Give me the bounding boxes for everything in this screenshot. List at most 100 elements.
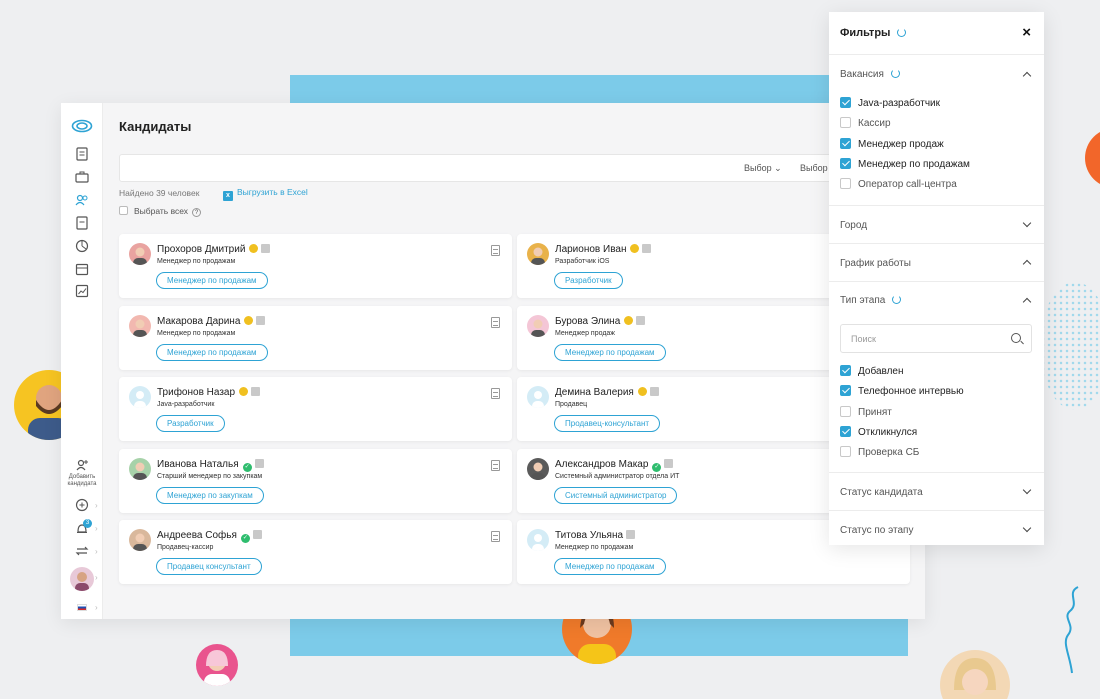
checkbox[interactable] bbox=[840, 365, 851, 376]
select-all-checkbox[interactable] bbox=[119, 206, 128, 215]
reset-icon[interactable] bbox=[897, 28, 907, 37]
checkbox[interactable] bbox=[840, 405, 851, 417]
reset-icon[interactable] bbox=[892, 295, 902, 304]
filter-section-title[interactable]: Тип этапа bbox=[840, 295, 902, 306]
candidate-name[interactable]: Прохоров Дмитрий bbox=[157, 244, 271, 255]
select-dropdown[interactable]: Выбор bbox=[800, 163, 828, 173]
vacancy-tag[interactable]: Менеджер по закупкам bbox=[156, 486, 264, 504]
filter-section-stage-status[interactable]: Статус по этапу bbox=[829, 511, 1044, 549]
vacancy-tag[interactable]: Менеджер по продажам bbox=[554, 558, 666, 575]
export-excel-link[interactable]: x Выгрузить в Excel bbox=[223, 187, 308, 201]
filter-option[interactable]: Добавлен bbox=[840, 365, 904, 377]
chevron-down-icon[interactable] bbox=[1022, 485, 1032, 495]
filter-section-title[interactable]: Вакансия bbox=[840, 69, 900, 80]
filter-section-title[interactable]: График работы bbox=[840, 258, 911, 269]
candidate-name[interactable]: Иванова Наталья ✓ bbox=[157, 458, 264, 472]
add-candidate-label[interactable]: Добавить кандидата bbox=[61, 474, 103, 488]
candidate-name[interactable]: Андреева Софья ✓ bbox=[157, 530, 262, 543]
chevron-up-icon[interactable] bbox=[1022, 71, 1032, 81]
filter-section-vacancy: Вакансия Java-разработчик Кассир Менеджер … bbox=[829, 55, 1044, 206]
vacancy-tag[interactable]: Системный администратор bbox=[554, 486, 678, 504]
candidate-card[interactable]: Макарова Дарина Менеджер по продажам Менед… bbox=[119, 305, 512, 370]
chart-icon[interactable] bbox=[74, 283, 90, 299]
analytics-icon[interactable] bbox=[74, 238, 90, 254]
document-icon[interactable] bbox=[491, 316, 500, 328]
filter-option[interactable]: Менеджер по продажам bbox=[840, 157, 970, 170]
filter-option[interactable]: Телефонное интервью bbox=[840, 385, 964, 397]
candidate-name[interactable]: Демина Валерия bbox=[555, 387, 659, 398]
add-circle-icon[interactable] bbox=[74, 497, 90, 513]
candidate-role: Разработчик iOS bbox=[555, 258, 610, 265]
candidate-name[interactable]: Трифонов Назар bbox=[157, 387, 261, 398]
select-all[interactable]: Выбрать всех? bbox=[119, 206, 202, 217]
candidate-card[interactable]: Андреева Софья ✓ Продавец-кассир Продавец к… bbox=[119, 520, 512, 584]
vacancy-tag[interactable]: Разработчик bbox=[554, 272, 623, 289]
user-avatar[interactable] bbox=[70, 567, 94, 591]
candidate-card[interactable]: Прохоров Дмитрий Менеджер по продажам Мене… bbox=[119, 234, 512, 298]
candidate-card[interactable]: Иванова Наталья ✓ Старший менеджер по заку… bbox=[119, 448, 512, 513]
checkbox[interactable] bbox=[840, 157, 851, 169]
checkbox[interactable] bbox=[840, 137, 851, 149]
chevron-down-icon[interactable] bbox=[1022, 523, 1032, 533]
filter-option[interactable]: Кассир bbox=[840, 117, 891, 129]
filter-option[interactable]: Откликнулся bbox=[840, 425, 917, 438]
filter-section-title[interactable]: Статус кандидата bbox=[840, 487, 923, 498]
filter-section-schedule[interactable]: График работы bbox=[829, 244, 1044, 282]
document-icon[interactable] bbox=[491, 388, 500, 399]
search-bar[interactable]: Выбор ⌄ Выбор bbox=[119, 154, 839, 182]
filter-option[interactable]: Java-разработчик bbox=[840, 97, 940, 109]
checkbox[interactable] bbox=[840, 178, 851, 190]
checkbox[interactable] bbox=[840, 425, 851, 437]
lock-icon bbox=[254, 458, 264, 468]
filter-option[interactable]: Принят bbox=[840, 405, 892, 418]
documents-icon[interactable] bbox=[74, 146, 90, 162]
vacancy-tag[interactable]: Менеджер по продажам bbox=[554, 343, 666, 361]
vacancy-tag[interactable]: Менеджер по продажам bbox=[156, 343, 268, 361]
candidate-name[interactable]: Александров Макар ✓ bbox=[555, 458, 674, 472]
candidate-name[interactable]: Ларионов Иван bbox=[555, 244, 652, 255]
chevron-up-icon[interactable] bbox=[1022, 259, 1032, 269]
chevron-up-icon[interactable] bbox=[1022, 297, 1032, 307]
candidate-name[interactable]: Макарова Дарина bbox=[157, 315, 266, 327]
vacancy-tag[interactable]: Менеджер по продажам bbox=[156, 272, 268, 289]
checkbox[interactable] bbox=[840, 385, 851, 397]
filter-section-title[interactable]: Статус по этапу bbox=[840, 525, 913, 536]
language-flag-icon[interactable] bbox=[77, 604, 87, 611]
document-icon[interactable] bbox=[491, 531, 500, 542]
calendar-icon[interactable] bbox=[74, 261, 90, 277]
filter-option[interactable]: Менеджер продаж bbox=[840, 137, 944, 150]
checkbox[interactable] bbox=[840, 446, 851, 458]
checkbox[interactable] bbox=[840, 97, 851, 108]
candidate-name[interactable]: Титова Ульяна bbox=[555, 530, 636, 541]
vacancy-tag[interactable]: Разработчик bbox=[156, 415, 225, 432]
filter-option[interactable]: Оператор call-центра bbox=[840, 178, 957, 190]
candidates-icon[interactable] bbox=[74, 192, 90, 208]
vacancy-tag[interactable]: Продавец консультант bbox=[156, 558, 262, 575]
checkbox[interactable] bbox=[840, 117, 851, 129]
filter-section-candidate-status[interactable]: Статус кандидата bbox=[829, 473, 1044, 511]
main-content: Кандидаты Выбор ⌄ Выбор Найдено 39 челов… bbox=[103, 103, 925, 619]
candidate-avatar bbox=[129, 314, 151, 337]
reset-icon[interactable] bbox=[890, 69, 900, 78]
filter-section-city[interactable]: Город bbox=[829, 206, 1044, 244]
add-user-icon[interactable] bbox=[74, 457, 90, 473]
candidate-card[interactable]: Трифонов Назар Java-разработчик Разработчи… bbox=[119, 377, 512, 441]
filter-search-input[interactable]: Поиск bbox=[840, 324, 1032, 353]
close-icon[interactable]: × bbox=[1022, 24, 1031, 41]
filter-section-title[interactable]: Город bbox=[840, 220, 867, 231]
filter-option[interactable]: Проверка СБ bbox=[840, 446, 919, 458]
document-icon[interactable] bbox=[491, 459, 500, 471]
check-badge-icon: ✓ bbox=[242, 462, 252, 472]
document-icon[interactable] bbox=[491, 245, 500, 256]
briefcase-icon[interactable] bbox=[74, 169, 90, 185]
help-icon[interactable]: ? bbox=[192, 208, 202, 217]
decor-squiggle bbox=[1064, 586, 1079, 674]
candidate-name[interactable]: Бурова Элина bbox=[555, 315, 646, 327]
chevron-down-icon: ⌄ bbox=[774, 163, 782, 173]
chevron-down-icon[interactable] bbox=[1022, 218, 1032, 228]
select-dropdown[interactable]: Выбор ⌄ bbox=[744, 163, 782, 174]
swap-icon[interactable] bbox=[74, 543, 90, 559]
vacancy-tag[interactable]: Продавец-консультант bbox=[554, 415, 661, 432]
report-icon[interactable] bbox=[74, 215, 90, 231]
excel-icon: x bbox=[223, 191, 233, 201]
